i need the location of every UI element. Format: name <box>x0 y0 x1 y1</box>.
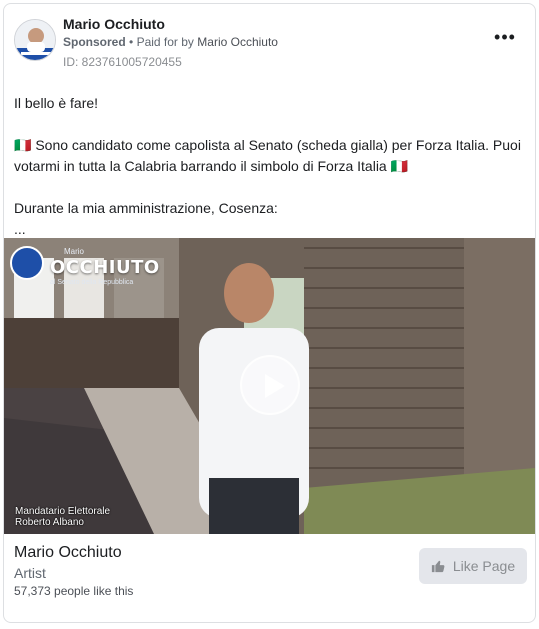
page-like-count: 57,373 people like this <box>14 584 134 598</box>
page-category: Artist <box>14 565 46 581</box>
logo-word: OCCHIUTO <box>50 257 160 278</box>
body-line-2: 🇮🇹 Sono candidato come capolista al Sena… <box>14 137 521 174</box>
ad-header: Mario Occhiuto Sponsored • Paid for by M… <box>4 4 535 84</box>
page-name[interactable]: Mario Occhiuto <box>14 544 122 562</box>
advertiser-name[interactable]: Mario Occhiuto <box>63 16 165 32</box>
meta-separator: • <box>129 35 134 49</box>
video-player[interactable]: Mario OCCHIUTO al Senato della Repubblic… <box>4 238 535 534</box>
page-footer: Mario Occhiuto Artist 57,373 people like… <box>4 534 535 622</box>
video-logo: Mario OCCHIUTO al Senato della Repubblic… <box>10 246 159 286</box>
logo-subtitle: al Senato della Repubblica <box>50 279 134 286</box>
body-line-3: Durante la mia amministrazione, Cosenza: <box>14 200 278 216</box>
ad-body-text: Il bello è fare! 🇮🇹 Sono candidato come … <box>14 93 529 240</box>
paid-for-prefix: Paid for by <box>136 35 194 49</box>
sponsored-label: Sponsored <box>63 35 126 49</box>
more-horizontal-icon[interactable]: ••• <box>493 28 517 46</box>
avatar-image <box>15 20 55 60</box>
like-page-label: Like Page <box>452 558 516 574</box>
logo-prefix: Mario <box>64 247 85 256</box>
advertiser-avatar[interactable] <box>14 19 56 61</box>
caption-line-2: Roberto Albano <box>15 517 84 528</box>
caption-line-1: Mandatario Elettorale <box>15 506 111 517</box>
ad-card: Mario Occhiuto Sponsored • Paid for by M… <box>3 3 536 623</box>
body-line-1: Il bello è fare! <box>14 95 99 111</box>
body-ellipsis: ... <box>14 221 26 237</box>
ad-meta: Sponsored • Paid for by Mario Occhiuto <box>63 35 278 49</box>
like-page-button[interactable]: Like Page <box>419 548 527 584</box>
forza-italia-logo-icon <box>10 246 44 280</box>
thumbs-up-icon <box>431 560 445 573</box>
paid-for-name: Mario Occhiuto <box>197 35 278 49</box>
ad-id: ID: 823761005720455 <box>63 55 182 69</box>
play-icon[interactable] <box>240 355 300 415</box>
video-caption: Mandatario Elettorale Roberto Albano <box>15 506 110 528</box>
